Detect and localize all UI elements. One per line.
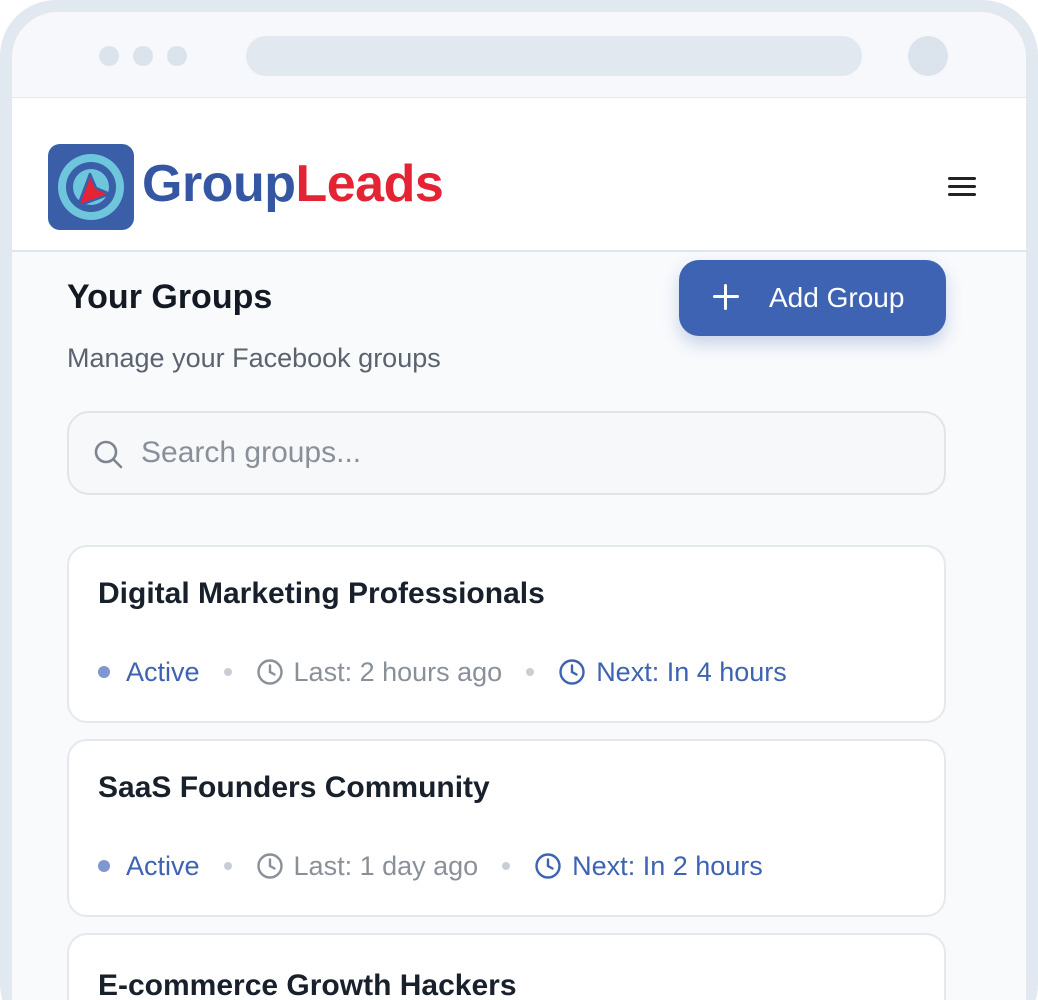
clock-icon (559, 659, 585, 685)
last-run-text: Last: 1 day ago (293, 850, 479, 881)
group-card[interactable]: Digital Marketing Professionals Active L… (67, 545, 946, 723)
hamburger-menu-icon[interactable] (944, 172, 980, 202)
separator-dot (223, 862, 232, 870)
separator-dot (223, 668, 232, 676)
status-dot-icon (98, 666, 110, 678)
next-run-text: Next: In 2 hours (572, 850, 763, 881)
address-bar[interactable] (246, 36, 862, 76)
group-meta: Active Last: 2 hours ago Next: In 4 hour… (98, 655, 787, 689)
page-subtitle: Manage your Facebook groups (67, 343, 441, 373)
next-run-text: Next: In 4 hours (596, 656, 787, 687)
profile-circle[interactable] (908, 36, 948, 76)
clock-icon (256, 659, 283, 685)
group-card[interactable]: E-commerce Growth Hackers (67, 933, 946, 1000)
browser-chrome (12, 12, 1026, 98)
search-box[interactable] (67, 411, 946, 495)
separator-dot (502, 862, 511, 870)
last-run-text: Last: 2 hours ago (293, 656, 503, 687)
status-label: Active (126, 850, 200, 881)
window-dot-minimize[interactable] (133, 46, 153, 66)
clock-icon (535, 853, 561, 879)
add-group-label: Add Group (769, 282, 905, 313)
group-name: Digital Marketing Professionals (98, 577, 545, 610)
status-label: Active (126, 656, 200, 687)
brand-name-part2: Leads (295, 155, 444, 213)
brand-logo-text[interactable]: GroupLeads (142, 152, 444, 216)
location-arrow-logo-icon[interactable] (48, 144, 134, 230)
search-icon (94, 440, 123, 469)
status-dot-icon (98, 860, 110, 872)
app-header: GroupLeads (12, 98, 1026, 252)
page-title: Your Groups (67, 278, 273, 316)
group-card[interactable]: SaaS Founders Community Active Last: 1 d… (67, 739, 946, 917)
group-name: SaaS Founders Community (98, 771, 490, 804)
window-dot-maximize[interactable] (167, 46, 187, 66)
separator-dot (526, 668, 535, 676)
window-dot-close[interactable] (99, 46, 119, 66)
group-name: E-commerce Growth Hackers (98, 969, 517, 1000)
plus-icon (711, 282, 741, 312)
group-meta: Active Last: 1 day ago Next: In 2 hours (98, 849, 763, 883)
clock-icon (256, 853, 283, 879)
search-input[interactable] (141, 433, 901, 473)
brand-name-part1: Group (142, 155, 296, 213)
add-group-button[interactable]: Add Group (679, 260, 946, 336)
